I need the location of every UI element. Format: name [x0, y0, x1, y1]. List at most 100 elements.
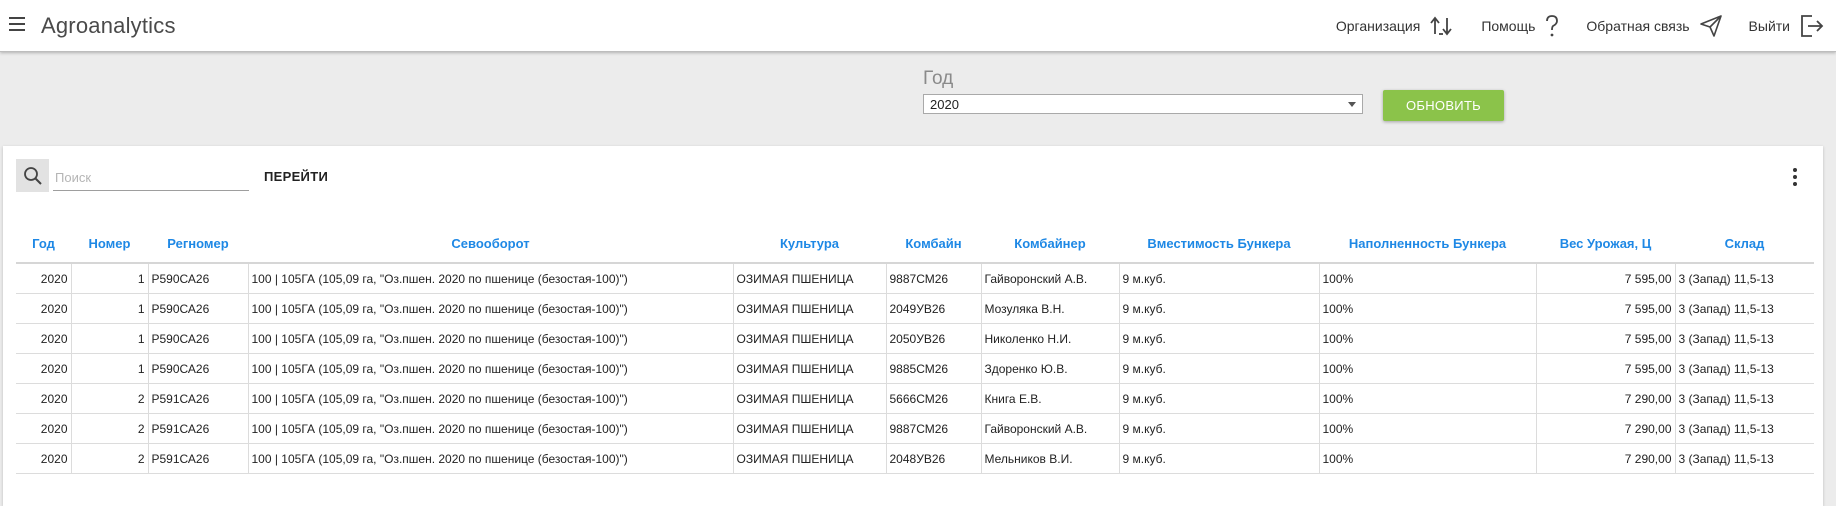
column-header[interactable]: Год	[16, 224, 71, 264]
table-cell: 100 | 105ГА (105,09 га, "Оз.пшен. 2020 п…	[248, 413, 734, 444]
logout-link[interactable]: Выйти	[1749, 15, 1824, 37]
column-header[interactable]: Регномер	[148, 224, 248, 264]
table-cell: 7 595,00	[1536, 263, 1676, 294]
table-cell: 2	[71, 413, 149, 444]
table-cell: 100%	[1319, 323, 1537, 354]
column-header[interactable]: Вес Урожая, Ц	[1536, 224, 1675, 264]
table-cell: ОЗИМАЯ ПШЕНИЦА	[733, 293, 887, 324]
table-cell: 1	[71, 353, 149, 384]
top-links: Организация Помощь Обратная связь Выйти	[1309, 13, 1824, 39]
table-cell: Р591СА26	[148, 383, 249, 414]
column-header[interactable]: Наполненность Бункера	[1319, 224, 1536, 264]
search-input[interactable]	[53, 165, 249, 191]
table-cell: 100 | 105ГА (105,09 га, "Оз.пшен. 2020 п…	[248, 293, 734, 324]
year-select-value: 2020	[930, 97, 959, 112]
table-cell: ОЗИМАЯ ПШЕНИЦА	[733, 383, 887, 414]
table-cell: ОЗИМАЯ ПШЕНИЦА	[733, 353, 887, 384]
column-header[interactable]: Севооборот	[248, 224, 733, 264]
table-cell: 2020	[16, 323, 72, 354]
feedback-link-label: Обратная связь	[1586, 18, 1690, 34]
table-cell: ОЗИМАЯ ПШЕНИЦА	[733, 443, 887, 474]
table-cell: 9 м.куб.	[1119, 353, 1320, 384]
table-cell: 100 | 105ГА (105,09 га, "Оз.пшен. 2020 п…	[248, 323, 734, 354]
table-cell: 100%	[1319, 383, 1537, 414]
column-header[interactable]: Комбайнер	[981, 224, 1119, 264]
column-header[interactable]: Комбайн	[886, 224, 981, 264]
table-row[interactable]: 2020 1 Р590СА26 100 | 105ГА (105,09 га, "Оз…	[16, 353, 1814, 384]
table-cell: 7 595,00	[1536, 293, 1676, 324]
column-header[interactable]: Склад	[1675, 224, 1814, 264]
table-cell: 9 м.куб.	[1119, 293, 1320, 324]
table-cell: Мельников В.И.	[981, 443, 1120, 474]
table-cell: 100%	[1319, 263, 1537, 294]
organization-link[interactable]: Организация	[1336, 15, 1454, 37]
table-cell: 9 м.куб.	[1119, 383, 1320, 414]
search-button[interactable]	[16, 159, 49, 192]
table-cell: 100%	[1319, 293, 1537, 324]
column-header[interactable]: Культура	[733, 224, 886, 264]
more-options-icon[interactable]	[1789, 168, 1801, 188]
table-cell: 9 м.куб.	[1119, 443, 1320, 474]
table-cell: 100 | 105ГА (105,09 га, "Оз.пшен. 2020 п…	[248, 263, 734, 294]
table-cell: 2	[71, 443, 149, 474]
table-cell: 100%	[1319, 413, 1537, 444]
logout-icon	[1801, 15, 1824, 37]
table-row[interactable]: 2020 1 Р590СА26 100 | 105ГА (105,09 га, "Оз…	[16, 323, 1814, 354]
table-cell: 2048УВ26	[886, 443, 982, 474]
send-icon	[1699, 15, 1722, 37]
table-cell: 9 м.куб.	[1119, 413, 1320, 444]
table-cell: 3 (Запад) 11,5-13	[1675, 383, 1814, 414]
table-cell: Р590СА26	[148, 293, 249, 324]
table-cell: 2	[71, 383, 149, 414]
table-cell: 1	[71, 263, 149, 294]
table-cell: ОЗИМАЯ ПШЕНИЦА	[733, 323, 887, 354]
question-icon	[1546, 15, 1559, 37]
table-cell: 1	[71, 323, 149, 354]
table-row[interactable]: 2020 1 Р590СА26 100 | 105ГА (105,09 га, "Оз…	[16, 293, 1814, 324]
go-button[interactable]: ПЕРЕЙТИ	[264, 169, 328, 184]
table-cell: 1	[71, 293, 149, 324]
table-body: 2020 1 Р590СА26 100 | 105ГА (105,09 га, "Оз…	[16, 263, 1814, 474]
table-cell: 100%	[1319, 353, 1537, 384]
table-cell: Гайворонский А.В.	[981, 413, 1120, 444]
year-label: Год	[923, 68, 954, 89]
app-title: Agroanalytics	[41, 13, 176, 38]
table-row[interactable]: 2020 2 Р591СА26 100 | 105ГА (105,09 га, "Оз…	[16, 413, 1814, 444]
column-header[interactable]: Вместимость Бункера	[1119, 224, 1319, 264]
table-cell: 3 (Запад) 11,5-13	[1675, 413, 1814, 444]
column-header[interactable]: Номер	[71, 224, 148, 264]
table-row[interactable]: 2020 2 Р591СА26 100 | 105ГА (105,09 га, "Оз…	[16, 383, 1814, 414]
table-cell: 9887СМ26	[886, 263, 982, 294]
table-cell: 3 (Запад) 11,5-13	[1675, 443, 1814, 474]
table-row[interactable]: 2020 1 Р590СА26 100 | 105ГА (105,09 га, "Оз…	[16, 263, 1814, 294]
table-cell: Здоренко Ю.В.	[981, 353, 1120, 384]
feedback-link[interactable]: Обратная связь	[1586, 15, 1722, 37]
table-cell: 100 | 105ГА (105,09 га, "Оз.пшен. 2020 п…	[248, 383, 734, 414]
table-cell: 9 м.куб.	[1119, 263, 1320, 294]
table-cell: 7 290,00	[1536, 443, 1676, 474]
table-cell: 2020	[16, 413, 72, 444]
harvest-table: Год Номер Регномер Севооборот Культура Комбай…	[16, 224, 1814, 474]
table-cell: 2020	[16, 263, 72, 294]
hamburger-menu-icon[interactable]	[9, 17, 25, 31]
help-link[interactable]: Помощь	[1481, 15, 1559, 37]
table-cell: 3 (Запад) 11,5-13	[1675, 323, 1814, 354]
table-cell: 7 595,00	[1536, 353, 1676, 384]
organization-link-label: Организация	[1335, 18, 1421, 34]
table-row[interactable]: 2020 2 Р591СА26 100 | 105ГА (105,09 га, "Оз…	[16, 443, 1814, 474]
table-cell: 2050УВ26	[886, 323, 982, 354]
table-cell: 2020	[16, 443, 72, 474]
table-cell: Р590СА26	[148, 353, 249, 384]
table-cell: Николенко Н.И.	[981, 323, 1120, 354]
refresh-button[interactable]: ОБНОВИТЬ	[1383, 90, 1504, 121]
table-cell: 9885СМ26	[886, 353, 982, 384]
table-cell: 3 (Запад) 11,5-13	[1675, 293, 1814, 324]
table-cell: Р590СА26	[148, 323, 249, 354]
table-cell: ОЗИМАЯ ПШЕНИЦА	[733, 263, 887, 294]
table-cell: 3 (Запад) 11,5-13	[1675, 263, 1814, 294]
top-bar: Agroanalytics Организация Помощь Обратна…	[0, 0, 1836, 52]
table-cell: 2020	[16, 383, 72, 414]
table-cell: 2020	[16, 353, 72, 384]
table-cell: 2049УВ26	[886, 293, 982, 324]
year-select[interactable]: 2020	[923, 94, 1363, 114]
